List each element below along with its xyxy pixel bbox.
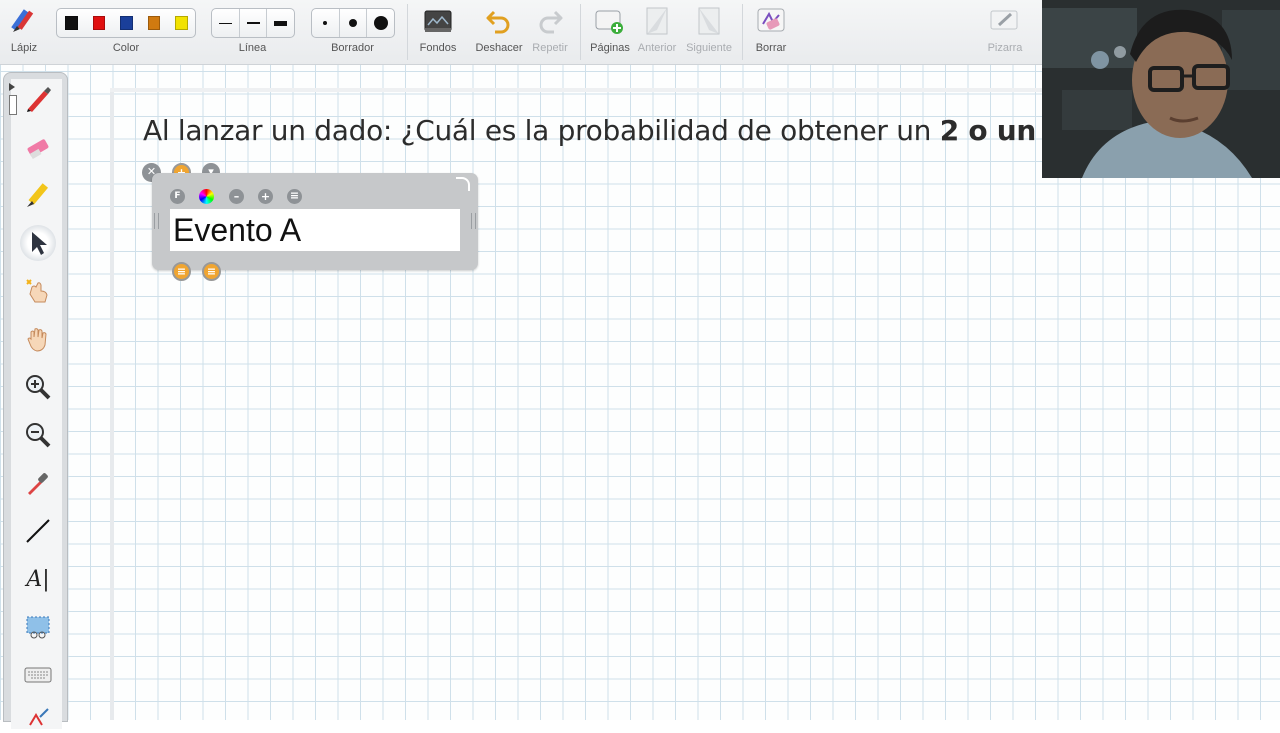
pen-icon — [27, 87, 51, 112]
color-swatch-group — [56, 8, 196, 38]
shapes-icon — [29, 708, 49, 726]
right-resize-handle[interactable] — [471, 213, 476, 229]
textbox-text: Evento A — [173, 212, 302, 248]
increase-size-icon[interactable]: + — [258, 189, 273, 204]
clear-button[interactable]: Borrar — [748, 0, 794, 64]
line-label: Línea — [238, 42, 267, 54]
pan-tool[interactable] — [20, 321, 56, 357]
undo-button[interactable]: Deshacer — [473, 0, 525, 64]
eraser-label: Borrador — [331, 42, 374, 54]
whiteboard-button[interactable]: Pizarra — [980, 0, 1030, 64]
page-edge — [110, 88, 114, 720]
color-swatch-yellow[interactable] — [175, 16, 188, 30]
pointer-arrow-icon — [32, 232, 47, 255]
eraser-size-small[interactable] — [312, 9, 340, 37]
font-button[interactable]: F — [170, 189, 185, 204]
undo-label: Deshacer — [475, 42, 523, 54]
magic-pointer-tool[interactable] — [20, 273, 56, 309]
line-width-medium[interactable] — [240, 9, 268, 37]
color-swatch-orange[interactable] — [147, 16, 160, 30]
color-tool: Color — [56, 0, 196, 64]
eraser-tool: Borrador — [311, 0, 395, 64]
backgrounds-button[interactable]: Fondos — [414, 0, 462, 64]
shapes-tool[interactable] — [20, 697, 56, 733]
rotate-handle-icon[interactable] — [456, 177, 470, 191]
pipette-icon — [28, 473, 48, 495]
next-page-icon — [698, 7, 720, 35]
redo-button[interactable]: Repetir — [527, 0, 573, 64]
line-width-group — [211, 8, 295, 38]
line-tool-side[interactable] — [20, 513, 56, 549]
textbox-input[interactable]: Evento A — [170, 209, 460, 251]
left-resize-handle[interactable] — [154, 213, 159, 229]
toolbar-divider — [742, 4, 743, 60]
color-swatch-blue[interactable] — [120, 16, 133, 30]
marker-icon — [27, 183, 49, 207]
toolbar-divider — [580, 4, 581, 60]
clear-icon — [757, 8, 785, 32]
webcam-video — [1042, 0, 1280, 178]
page-edge-top — [110, 88, 1045, 92]
eraser-size-medium[interactable] — [340, 9, 368, 37]
eraser-size-large[interactable] — [367, 9, 394, 37]
previous-page-label: Anterior — [637, 42, 677, 54]
question-prefix: Al lanzar un dado: ¿Cuál es la probabili… — [143, 114, 940, 147]
keyboard-tool[interactable] — [20, 657, 56, 693]
pencil-icon — [11, 9, 34, 32]
next-page-label: Siguiente — [686, 42, 732, 54]
marker-tool[interactable] — [20, 177, 56, 213]
keyboard-icon — [24, 667, 52, 683]
zoom-out-icon — [26, 423, 51, 448]
redo-icon — [539, 10, 563, 34]
undo-icon — [486, 10, 510, 34]
zoom-out-tool[interactable] — [20, 417, 56, 453]
textbox-widget[interactable]: F – + ≡ Evento A — [152, 173, 478, 270]
add-page-icon — [595, 10, 623, 34]
question-text: Al lanzar un dado: ¿Cuál es la probabili… — [143, 114, 1065, 147]
zoom-in-tool[interactable] — [20, 369, 56, 405]
whiteboard-label: Pizarra — [987, 42, 1023, 54]
color-label: Color — [112, 42, 140, 54]
toolbar-divider — [407, 4, 408, 60]
align-text-icon[interactable]: ≡ — [287, 189, 302, 204]
color-swatch-red[interactable] — [92, 16, 105, 30]
backgrounds-label: Fondos — [419, 42, 457, 54]
next-page-button[interactable]: Siguiente — [682, 0, 736, 64]
text-tool-icon: A| — [26, 566, 50, 592]
pointer-tool[interactable] — [20, 225, 56, 261]
pipette-tool[interactable] — [20, 465, 56, 501]
pen-tool[interactable] — [20, 81, 56, 117]
eraser-tool-side[interactable] — [20, 129, 56, 165]
redo-label: Repetir — [532, 42, 568, 54]
text-tool[interactable]: A| — [20, 561, 56, 597]
previous-page-button[interactable]: Anterior — [634, 0, 680, 64]
webcam-person-image — [1042, 0, 1280, 178]
pages-label: Páginas — [590, 42, 630, 54]
side-toolbar: A| — [3, 72, 68, 729]
magic-pointer-icon — [26, 279, 48, 303]
line-tool: Línea — [211, 0, 295, 64]
side-toolbar-grip-icon[interactable] — [9, 83, 17, 119]
line-tool-icon — [26, 519, 50, 543]
hand-pan-icon — [27, 328, 47, 352]
whiteboard-icon — [990, 10, 1018, 30]
pencil-tool[interactable]: Lápiz — [0, 0, 48, 64]
screen-capture-tool[interactable] — [20, 609, 56, 645]
highlighter-eraser-icon — [27, 139, 49, 160]
line-width-thick[interactable] — [267, 9, 294, 37]
pages-button[interactable]: Páginas — [586, 0, 634, 64]
color-swatch-black[interactable] — [65, 16, 78, 30]
screen-capture-icon — [26, 616, 50, 639]
zoom-in-icon — [26, 375, 51, 400]
previous-page-icon — [646, 7, 668, 35]
clear-label: Borrar — [755, 42, 787, 54]
backgrounds-icon — [424, 10, 452, 32]
text-options-icon[interactable]: ≡ — [202, 262, 221, 281]
line-width-thin[interactable] — [212, 9, 240, 37]
text-style-icon[interactable]: ≡ — [172, 262, 191, 281]
pencil-label: Lápiz — [10, 42, 38, 54]
color-wheel-icon[interactable] — [199, 189, 214, 204]
eraser-size-group — [311, 8, 395, 38]
decrease-size-icon[interactable]: – — [229, 189, 244, 204]
